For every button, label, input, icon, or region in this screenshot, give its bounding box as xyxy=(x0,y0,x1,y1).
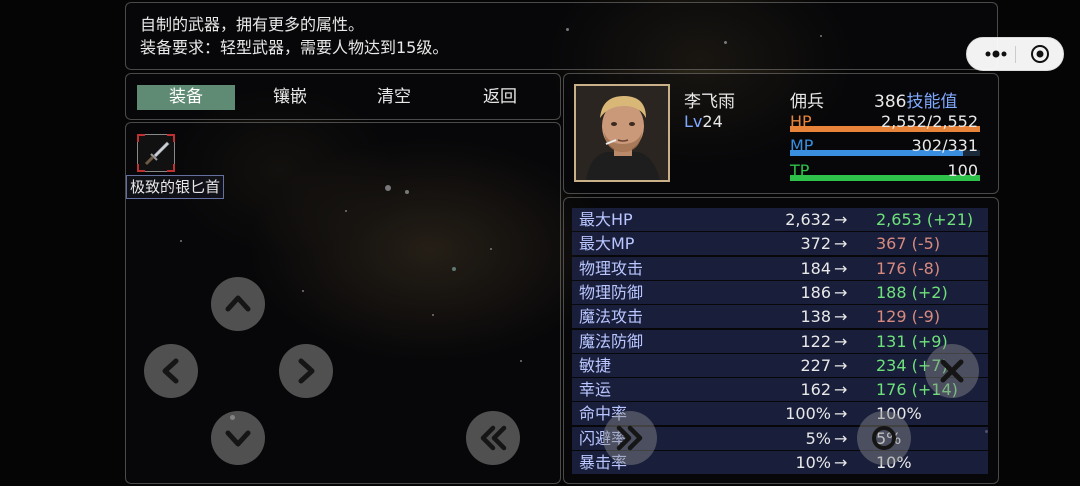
stat-name: 敏捷 xyxy=(579,355,612,375)
confirm-button[interactable] xyxy=(857,411,911,465)
stat-arrow: → xyxy=(834,331,848,351)
stat-current-value: 227 xyxy=(800,355,831,375)
tab-clear[interactable]: 清空 xyxy=(345,85,443,110)
close-miniprogram-icon[interactable] xyxy=(1025,38,1055,70)
stat-new-value: 188 (+2) xyxy=(876,282,948,302)
hp-value: 2,552/2,552 xyxy=(881,112,978,131)
item-description-line-2: 装备要求：轻型武器，需要人物达到15级。 xyxy=(140,38,449,57)
stat-current-value: 100% xyxy=(785,404,831,424)
character-portrait xyxy=(574,84,670,182)
skill-points: 386技能值 xyxy=(874,87,957,112)
double-chevron-left-icon xyxy=(480,425,507,451)
stat-arrow: → xyxy=(834,355,848,375)
tp-label: TP xyxy=(790,161,810,180)
stat-current-value: 138 xyxy=(800,307,831,327)
stat-row: 魔法防御 122 → 131 (+9) xyxy=(572,329,988,353)
stat-arrow: → xyxy=(834,404,848,424)
stat-name: 最大MP xyxy=(579,234,635,254)
chevron-up-icon xyxy=(225,295,251,312)
chevron-left-icon xyxy=(162,358,179,384)
stat-current-value: 10% xyxy=(795,453,831,472)
stat-name: 物理防御 xyxy=(579,282,644,302)
selected-item-name: 极致的银匕首 xyxy=(126,175,225,199)
stat-arrow: → xyxy=(834,258,848,278)
stat-current-value: 184 xyxy=(800,258,831,278)
page-back-button[interactable] xyxy=(466,411,520,465)
stat-arrow: → xyxy=(834,380,848,400)
skill-points-label: 技能值 xyxy=(906,92,958,112)
stat-name: 魔法防御 xyxy=(579,331,644,351)
circle-icon xyxy=(872,426,896,450)
tp-value: 100 xyxy=(947,161,978,180)
dpad-left-button[interactable] xyxy=(144,344,198,398)
item-description-line-1: 自制的武器，拥有更多的属性。 xyxy=(140,15,365,34)
stat-row: 魔法攻击 138 → 129 (-9) xyxy=(572,305,988,329)
item-description-panel: 自制的武器，拥有更多的属性。 装备要求：轻型武器，需要人物达到15级。 xyxy=(125,2,998,70)
level-prefix: Lv xyxy=(684,112,703,131)
page-forward-button[interactable] xyxy=(603,411,657,465)
close-icon xyxy=(940,359,964,383)
character-name: 李飞雨 xyxy=(684,92,735,112)
stat-row: 最大MP 372 → 367 (-5) xyxy=(572,232,988,256)
chevron-down-icon xyxy=(225,430,251,447)
tab-back[interactable]: 返回 xyxy=(451,85,549,110)
stat-arrow: → xyxy=(834,282,848,302)
stat-arrow: → xyxy=(834,453,848,472)
stat-name: 最大HP xyxy=(579,210,633,229)
stat-name: 魔法攻击 xyxy=(579,307,644,327)
stat-current-value: 372 xyxy=(800,234,831,254)
mp-value: 302/331 xyxy=(911,136,978,155)
stat-arrow: → xyxy=(834,428,848,448)
stat-new-value: 129 (-9) xyxy=(876,307,941,327)
character-class: 佣兵 xyxy=(790,92,824,112)
dpad-down-button[interactable] xyxy=(211,411,265,465)
stat-current-value: 5% xyxy=(805,428,831,448)
skill-points-value: 386 xyxy=(874,92,907,112)
mp-label: MP xyxy=(790,136,814,155)
action-tab-bar: 装备 镶嵌 清空 返回 xyxy=(125,73,561,120)
close-button[interactable] xyxy=(925,344,979,398)
stat-name: 物理攻击 xyxy=(579,258,644,278)
more-options-icon[interactable] xyxy=(981,38,1011,70)
double-chevron-right-icon xyxy=(616,425,643,451)
character-panel: 李飞雨 Lv24 佣兵 386技能值 HP 2,552/2,552 MP 302… xyxy=(563,73,999,194)
stat-new-value: 176 (-8) xyxy=(876,258,941,278)
item-slot-silver-dagger[interactable] xyxy=(137,134,175,172)
hp-label: HP xyxy=(790,112,812,131)
stat-arrow: → xyxy=(834,210,848,229)
stat-current-value: 162 xyxy=(800,380,831,400)
tab-equip[interactable]: 装备 xyxy=(137,85,235,110)
stat-row: 最大HP 2,632 → 2,653 (+21) xyxy=(572,208,988,231)
stat-current-value: 2,632 xyxy=(785,210,831,229)
stat-row: 物理攻击 184 → 176 (-8) xyxy=(572,256,988,280)
mini-program-capsule xyxy=(966,37,1064,71)
stat-arrow: → xyxy=(834,307,848,327)
chevron-right-icon xyxy=(298,358,315,384)
stat-row: 物理防御 186 → 188 (+2) xyxy=(572,280,988,304)
dpad-up-button[interactable] xyxy=(211,277,265,331)
stat-arrow: → xyxy=(834,234,848,254)
level-value: 24 xyxy=(702,112,723,131)
stat-name: 幸运 xyxy=(579,380,612,400)
stat-current-value: 122 xyxy=(800,331,831,351)
dpad-right-button[interactable] xyxy=(279,344,333,398)
stat-new-value: 367 (-5) xyxy=(876,234,941,254)
tab-inlay[interactable]: 镶嵌 xyxy=(241,85,339,110)
character-level: Lv24 xyxy=(684,112,723,131)
stat-new-value: 2,653 (+21) xyxy=(876,210,974,229)
stat-row: 幸运 162 → 176 (+14) xyxy=(572,378,988,402)
stat-current-value: 186 xyxy=(800,282,831,302)
